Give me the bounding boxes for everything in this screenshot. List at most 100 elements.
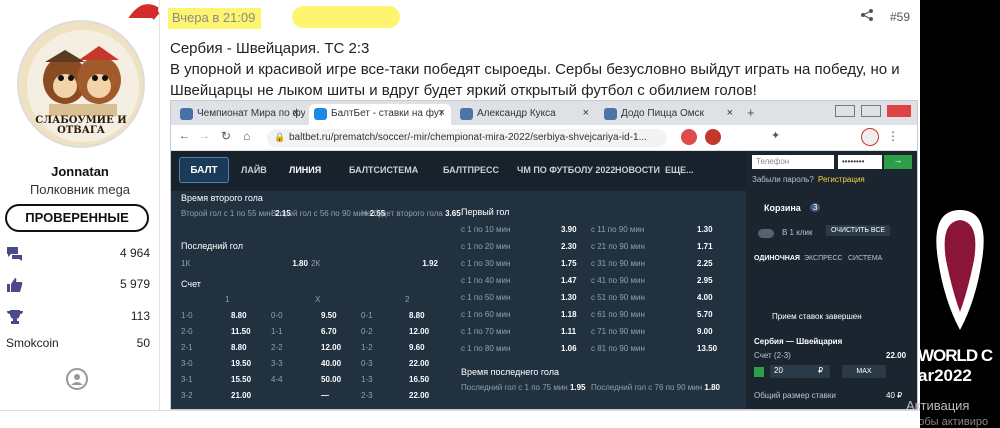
score-label: 3-1: [181, 375, 193, 384]
score-odd[interactable]: 16.50: [409, 375, 429, 384]
nav-wc2022[interactable]: ЧМ ПО ФУТБОЛУ 2022: [517, 165, 615, 175]
score-odd[interactable]: 9.60: [409, 343, 425, 352]
first-goal-odd[interactable]: 2.95: [697, 276, 713, 285]
betslip-tab-system[interactable]: СИСТЕМА: [848, 255, 882, 262]
back-icon[interactable]: ←: [179, 130, 190, 142]
first-goal-odd[interactable]: 3.90: [561, 225, 577, 234]
score-odd[interactable]: 50.00: [321, 375, 341, 384]
embedded-screenshot[interactable]: Чемпионат Мира по фу × БалтБет - ставки …: [170, 100, 918, 410]
share-icon[interactable]: [860, 8, 874, 26]
forward-icon[interactable]: →: [199, 130, 210, 142]
tab-close-icon[interactable]: ×: [727, 107, 733, 119]
first-goal-odd[interactable]: 13.50: [697, 344, 717, 353]
score-odd[interactable]: 11.50: [231, 327, 251, 336]
user-rank: Полковник mega: [29, 182, 131, 197]
first-goal-odd[interactable]: 1.30: [561, 293, 577, 302]
bet-checkbox[interactable]: [754, 367, 764, 377]
minimize-icon[interactable]: [835, 105, 855, 117]
browser-tab[interactable]: Чемпионат Мира по фу ×: [175, 104, 305, 125]
betslip-count: 3: [810, 203, 821, 212]
trophy-icon: [7, 310, 23, 324]
wc-trophy-icon: [936, 210, 984, 330]
odd-cell[interactable]: Последний гол с 1 по 75 мин 1.95: [461, 383, 586, 392]
profile-avatar-icon[interactable]: [861, 128, 879, 146]
score-label: 0-0: [271, 311, 283, 320]
first-goal-odd[interactable]: 2.25: [697, 259, 713, 268]
one-click-toggle[interactable]: [758, 229, 774, 238]
first-goal-odd[interactable]: 9.00: [697, 327, 713, 336]
score-odd[interactable]: 6.70: [321, 327, 337, 336]
login-button[interactable]: →: [884, 155, 912, 169]
window-controls[interactable]: [831, 103, 915, 119]
reload-icon[interactable]: ↻: [221, 129, 231, 143]
score-odd[interactable]: 22.00: [409, 391, 429, 400]
score-odd[interactable]: 21.00: [231, 391, 251, 400]
nav-news[interactable]: НОВОСТИ: [615, 165, 660, 175]
betslip-tab-express[interactable]: ЭКСПРЕСС: [804, 255, 843, 262]
score-odd[interactable]: 9.50: [321, 311, 337, 320]
forgot-password-link[interactable]: Забыли пароль?: [752, 175, 814, 184]
score-odd[interactable]: 12.00: [321, 343, 341, 352]
post-date[interactable]: Вчера в 21:09: [168, 8, 262, 29]
post-number[interactable]: #59: [890, 10, 910, 24]
avatar[interactable]: СЛАБОУМИЕ И ОТВАГА: [17, 20, 145, 148]
home-icon[interactable]: ⌂: [243, 129, 250, 143]
username[interactable]: Jonnatan: [0, 164, 160, 179]
extension-icon[interactable]: [705, 129, 721, 145]
tab-close-icon[interactable]: ×: [293, 107, 299, 119]
nav-line[interactable]: ЛИНИЯ: [289, 165, 321, 175]
score-label: 3-3: [271, 359, 283, 368]
score-odd[interactable]: 40.00: [321, 359, 341, 368]
menu-icon[interactable]: ⋮: [887, 129, 899, 143]
extension-icon[interactable]: [681, 129, 697, 145]
password-input[interactable]: ••••••••: [838, 155, 882, 169]
first-goal-odd[interactable]: 5.70: [697, 310, 713, 319]
betslip-tab-single[interactable]: ОДИНОЧНАЯ: [754, 255, 800, 262]
new-tab-icon[interactable]: +: [747, 105, 755, 120]
nav-baltsystem[interactable]: БАЛТСИСТЕМА: [349, 165, 418, 175]
extensions-icon[interactable]: ✦: [771, 129, 780, 142]
url-field[interactable]: 🔒 baltbet.ru/prematch/soccer/-mir/chempi…: [267, 129, 667, 147]
score-odd[interactable]: 8.80: [409, 311, 425, 320]
nav-more[interactable]: ЕЩЕ...: [665, 165, 694, 175]
url-text: baltbet.ru/prematch/soccer/-mir/chempion…: [289, 132, 647, 143]
register-link[interactable]: Регистрация: [818, 175, 865, 184]
smokcoin-label: Smokcoin: [6, 336, 59, 350]
tab-favicon-icon: [604, 108, 617, 120]
max-button[interactable]: MAX: [842, 365, 886, 378]
browser-tab[interactable]: Александр Кукса ×: [455, 104, 595, 125]
nav-live[interactable]: ЛАЙВ: [241, 165, 267, 175]
odd-cell[interactable]: 2К 1.92: [311, 259, 438, 268]
tab-close-icon[interactable]: ×: [583, 107, 589, 119]
first-goal-odd[interactable]: 1.30: [697, 225, 713, 234]
score-odd[interactable]: 8.80: [231, 343, 247, 352]
maximize-icon[interactable]: [861, 105, 881, 117]
profile-icon[interactable]: [66, 368, 88, 390]
odd-cell[interactable]: 1К 1.80: [181, 259, 308, 268]
first-goal-odd[interactable]: 4.00: [697, 293, 713, 302]
score-odd[interactable]: 22.00: [409, 359, 429, 368]
phone-input[interactable]: Телефон: [752, 155, 834, 169]
first-goal-odd[interactable]: 1.75: [561, 259, 577, 268]
score-odd[interactable]: 8.80: [231, 311, 247, 320]
browser-tab-active[interactable]: БалтБет - ставки на фут ×: [309, 104, 451, 125]
first-goal-odd[interactable]: 1.71: [697, 242, 713, 251]
site-logo[interactable]: БАЛТ: [179, 157, 229, 183]
first-goal-odd[interactable]: 1.11: [561, 327, 576, 336]
odd-cell[interactable]: Не будет второго гола 3.65: [361, 209, 461, 218]
score-odd[interactable]: —: [321, 391, 329, 400]
score-odd[interactable]: 15.50: [231, 375, 251, 384]
score-odd[interactable]: 19.50: [231, 359, 251, 368]
first-goal-odd[interactable]: 1.06: [561, 344, 577, 353]
tab-close-icon[interactable]: ×: [439, 107, 445, 119]
first-goal-odd[interactable]: 1.18: [561, 310, 577, 319]
nav-baltpress[interactable]: БАЛТПРЕСС: [443, 165, 499, 175]
odd-cell[interactable]: Последний гол с 76 по 90 мин 1.80: [591, 383, 720, 392]
first-goal-odd[interactable]: 1.47: [561, 276, 577, 285]
clear-all-button[interactable]: ОЧИСТИТЬ ВСЕ: [826, 225, 891, 236]
first-goal-odd[interactable]: 2.30: [561, 242, 577, 251]
browser-tab[interactable]: Додо Пицца Омск ×: [599, 104, 739, 125]
odds-tables: Время второго гола Второй гол с 1 по 55 …: [171, 191, 746, 409]
score-odd[interactable]: 12.00: [409, 327, 429, 336]
close-window-icon[interactable]: [887, 105, 911, 117]
